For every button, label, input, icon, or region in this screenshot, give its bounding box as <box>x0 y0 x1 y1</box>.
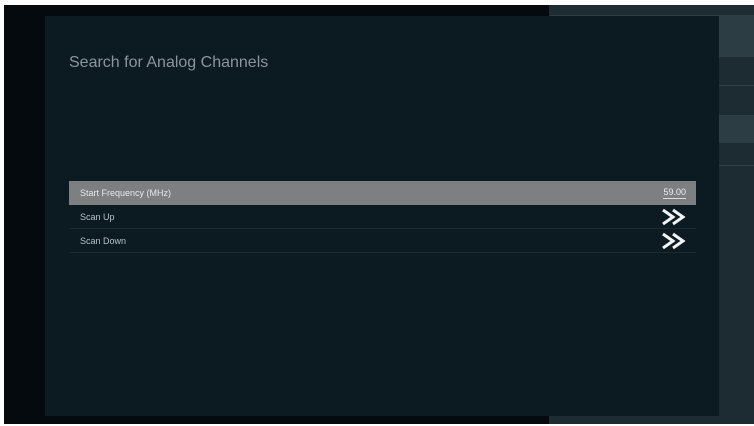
screen: Search for Analog Channels Start Frequen… <box>0 0 754 426</box>
menu-list: Start Frequency (MHz) 59.00 Scan Up Scan… <box>69 181 696 253</box>
start-frequency-label: Start Frequency (MHz) <box>80 187 172 198</box>
double-chevron-right-icon <box>660 231 690 251</box>
double-chevron-right-icon <box>660 207 690 227</box>
scan-up-item[interactable]: Scan Up <box>69 205 696 229</box>
scan-down-label: Scan Down <box>80 235 127 246</box>
analog-search-dialog: Search for Analog Channels Start Frequen… <box>45 16 719 416</box>
dialog-title: Search for Analog Channels <box>69 54 269 71</box>
tv-frame: Search for Analog Channels Start Frequen… <box>4 5 754 424</box>
start-frequency-value[interactable]: 59.00 <box>663 187 686 199</box>
scan-up-label: Scan Up <box>80 211 115 222</box>
scan-down-item[interactable]: Scan Down <box>69 229 696 253</box>
start-frequency-item[interactable]: Start Frequency (MHz) 59.00 <box>69 181 696 205</box>
